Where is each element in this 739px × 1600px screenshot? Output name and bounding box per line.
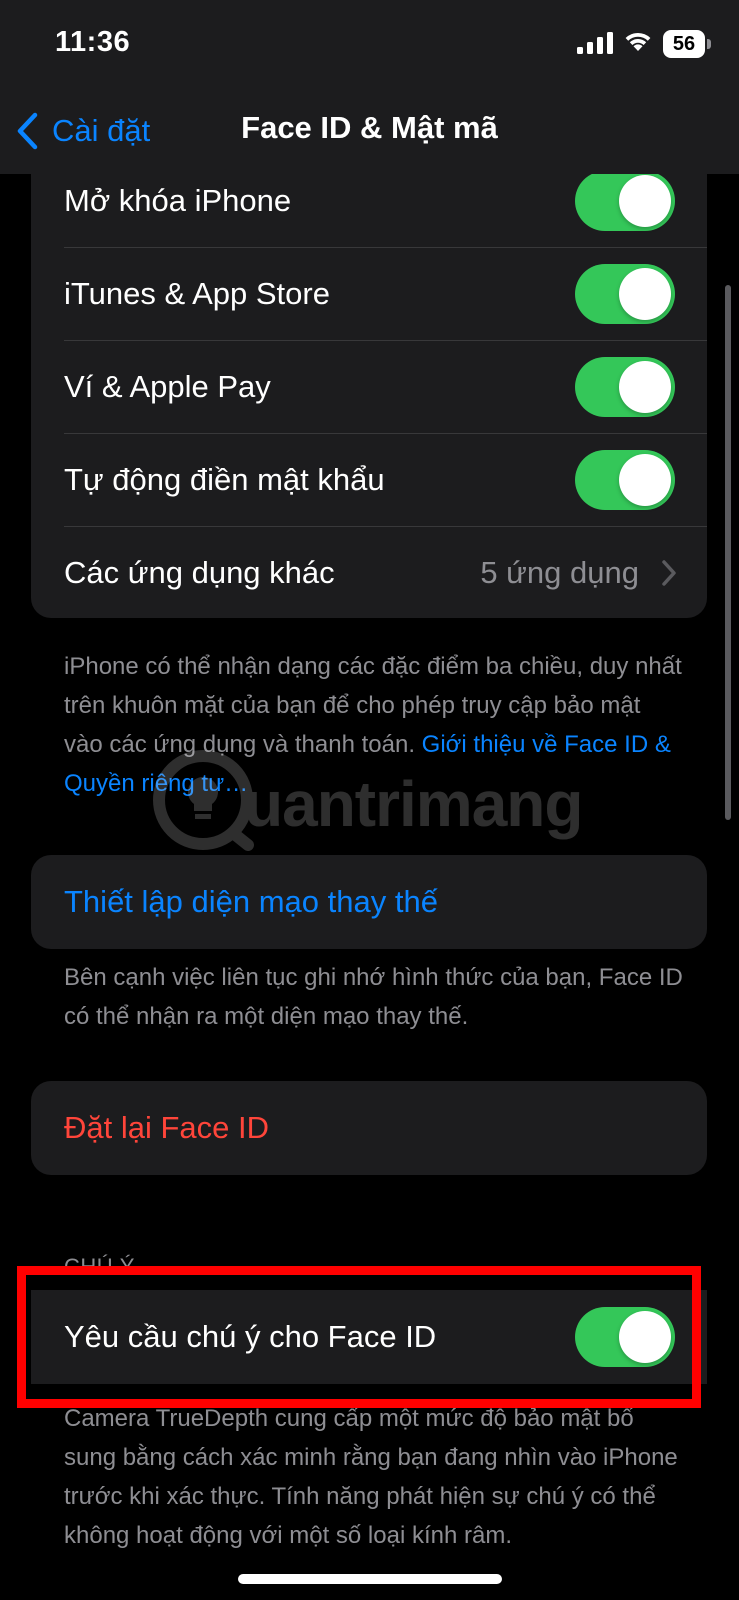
itunes-app-store-toggle[interactable] <box>575 264 675 324</box>
unlock-iphone-toggle[interactable] <box>575 171 675 231</box>
require-attention-row: Yêu cầu chú ý cho Face ID <box>31 1290 707 1384</box>
toggle-knob <box>619 1311 671 1363</box>
alternate-appearance-row[interactable]: Thiết lập diện mạo thay thế <box>31 855 707 949</box>
attention-group: Yêu cầu chú ý cho Face ID <box>31 1290 707 1384</box>
battery-icon: 56 <box>663 30 705 58</box>
toggle-knob <box>619 268 671 320</box>
home-indicator[interactable] <box>238 1574 502 1584</box>
other-apps-label: Các ứng dụng khác <box>64 555 335 590</box>
password-autofill-label: Tự động điền mật khẩu <box>64 462 385 497</box>
itunes-app-store-row: iTunes & App Store <box>31 247 707 341</box>
wifi-icon <box>625 32 651 51</box>
wallet-apple-pay-row: Ví & Apple Pay <box>31 340 707 434</box>
chevron-right-icon <box>662 560 676 586</box>
face-id-usage-footer: iPhone có thể nhận dạng các đặc điểm ba … <box>64 647 684 803</box>
attention-footer: Camera TrueDepth cung cấp một mức độ bảo… <box>64 1405 678 1549</box>
battery-tip <box>707 39 711 49</box>
alternate-appearance-footer: Bên cạnh việc liên tục ghi nhớ hình thức… <box>64 964 683 1030</box>
reset-face-id-button[interactable]: Đặt lại Face ID <box>64 1081 269 1175</box>
toggle-knob <box>619 175 671 227</box>
reset-group: Đặt lại Face ID <box>31 1081 707 1175</box>
setup-alternate-appearance-button[interactable]: Thiết lập diện mạo thay thế <box>64 855 438 949</box>
other-apps-row[interactable]: Các ứng dụng khác 5 ứng dụng <box>31 526 707 618</box>
itunes-app-store-label: iTunes & App Store <box>64 276 330 311</box>
password-autofill-row: Tự động điền mật khẩu <box>31 433 707 527</box>
password-autofill-toggle[interactable] <box>575 450 675 510</box>
signal-icon <box>577 32 613 54</box>
reset-row[interactable]: Đặt lại Face ID <box>31 1081 707 1175</box>
attention-section-header: CHÚ Ý <box>64 1254 135 1279</box>
require-attention-label: Yêu cầu chú ý cho Face ID <box>64 1319 437 1354</box>
face-id-usage-group: Mở khóa iPhone iTunes & App Store Ví & A… <box>31 140 707 618</box>
status-time: 11:36 <box>55 26 131 58</box>
alternate-appearance-group: Thiết lập diện mạo thay thế <box>31 855 707 949</box>
top-bar: 11:36 56 Cài đặt Face ID & Mật mã <box>0 0 739 174</box>
other-apps-count: 5 ứng dụng <box>480 555 639 590</box>
toggle-knob <box>619 454 671 506</box>
require-attention-toggle[interactable] <box>575 1307 675 1367</box>
scroll-indicator[interactable] <box>725 285 731 820</box>
toggle-knob <box>619 361 671 413</box>
wallet-apple-pay-label: Ví & Apple Pay <box>64 369 271 404</box>
page-title: Face ID & Mật mã <box>241 110 498 145</box>
wallet-apple-pay-toggle[interactable] <box>575 357 675 417</box>
